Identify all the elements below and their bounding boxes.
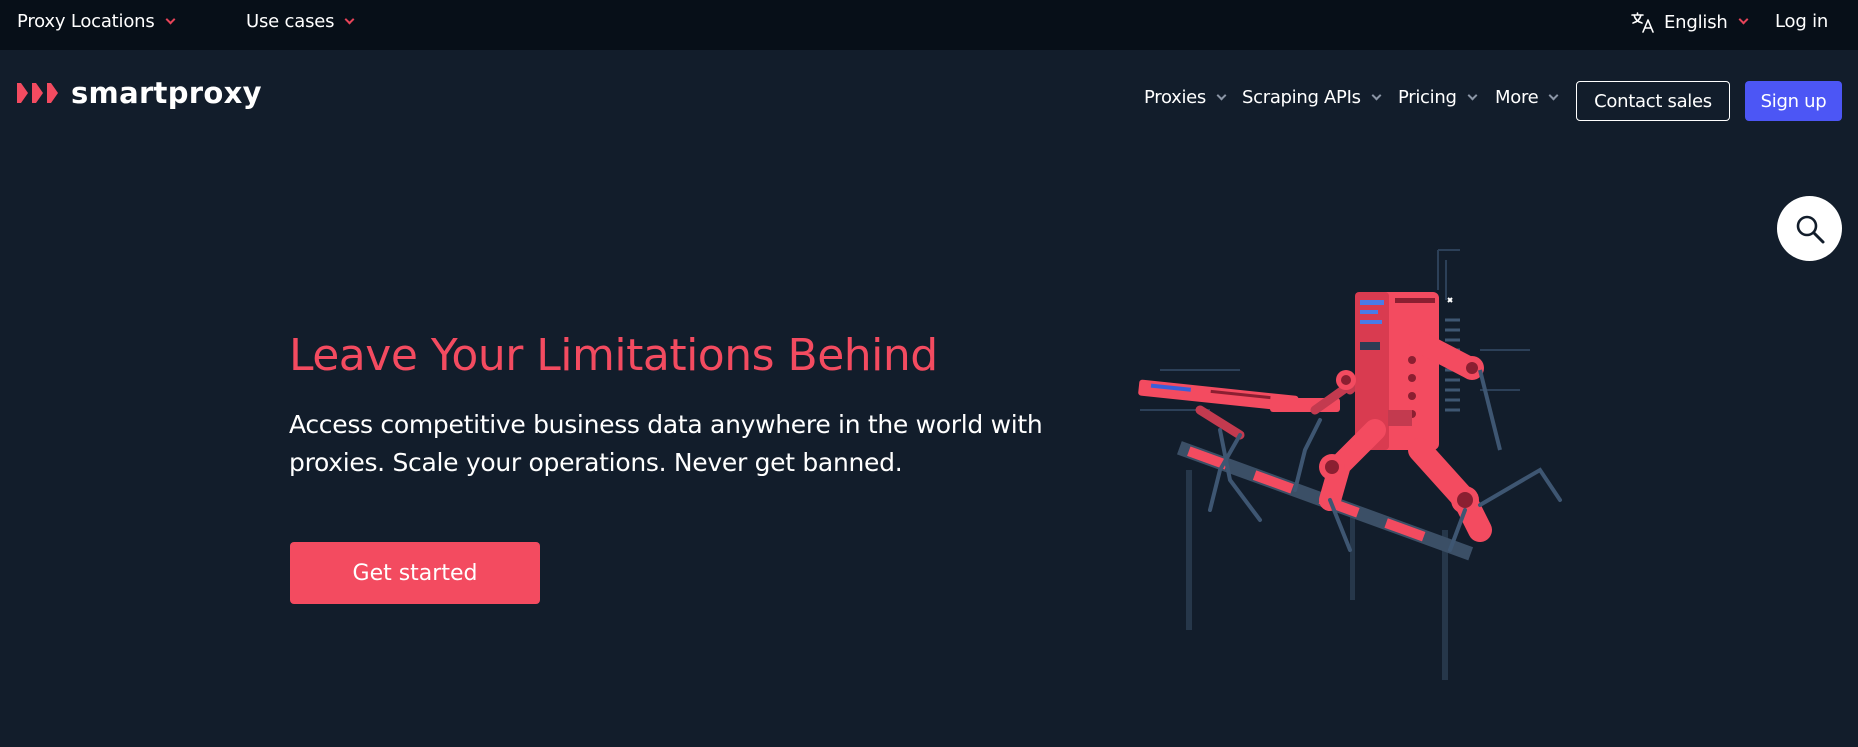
nav-scraping-apis[interactable]: Scraping APIs bbox=[1242, 87, 1382, 108]
nav-pricing[interactable]: Pricing bbox=[1398, 87, 1478, 108]
login-label: Log in bbox=[1775, 11, 1829, 32]
language-label: English bbox=[1664, 11, 1728, 33]
smartproxy-logo-icon bbox=[17, 83, 58, 103]
nav-more[interactable]: More bbox=[1495, 87, 1559, 108]
get-started-label: Get started bbox=[352, 560, 478, 586]
hero-title: Leave Your Limitations Behind bbox=[289, 330, 938, 381]
chevron-down-icon bbox=[1738, 14, 1749, 25]
chevron-down-icon bbox=[344, 14, 355, 24]
proxy-locations-label: Proxy Locations bbox=[17, 11, 155, 32]
chevron-down-icon bbox=[1371, 90, 1382, 100]
chevron-down-icon bbox=[1548, 90, 1559, 100]
use-cases-label: Use cases bbox=[246, 11, 335, 32]
proxy-locations-dropdown[interactable]: Proxy Locations bbox=[17, 11, 175, 32]
chevron-down-icon bbox=[1216, 90, 1227, 100]
nav-pricing-label: Pricing bbox=[1398, 87, 1457, 108]
main-navigation: smartproxy Proxies Scraping APIs Pricing… bbox=[0, 50, 1858, 150]
chevron-down-icon bbox=[1467, 90, 1478, 100]
brand-name: smartproxy bbox=[71, 76, 262, 110]
language-selector[interactable]: English bbox=[1630, 11, 1749, 33]
translate-icon bbox=[1630, 11, 1656, 33]
nav-scraping-apis-label: Scraping APIs bbox=[1242, 87, 1361, 108]
get-started-button[interactable]: Get started bbox=[290, 542, 540, 604]
search-button[interactable] bbox=[1777, 196, 1842, 261]
login-link[interactable]: Log in bbox=[1775, 11, 1828, 32]
contact-sales-button[interactable]: Contact sales bbox=[1576, 81, 1730, 121]
nav-more-label: More bbox=[1495, 87, 1539, 108]
contact-sales-label: Contact sales bbox=[1594, 90, 1712, 112]
sign-up-button[interactable]: Sign up bbox=[1745, 81, 1842, 121]
top-utility-bar: Proxy Locations Use cases English Log in bbox=[0, 0, 1858, 50]
search-icon bbox=[1796, 215, 1824, 243]
hero-subtitle: Access competitive business data anywher… bbox=[289, 410, 1043, 477]
brand-logo[interactable]: smartproxy bbox=[17, 76, 262, 110]
nav-proxies-label: Proxies bbox=[1144, 87, 1207, 108]
robot-hurdle-illustration bbox=[1138, 249, 1562, 680]
use-cases-dropdown[interactable]: Use cases bbox=[246, 11, 355, 32]
nav-proxies[interactable]: Proxies bbox=[1144, 87, 1227, 108]
sign-up-label: Sign up bbox=[1760, 90, 1827, 112]
chevron-down-icon bbox=[165, 14, 175, 24]
